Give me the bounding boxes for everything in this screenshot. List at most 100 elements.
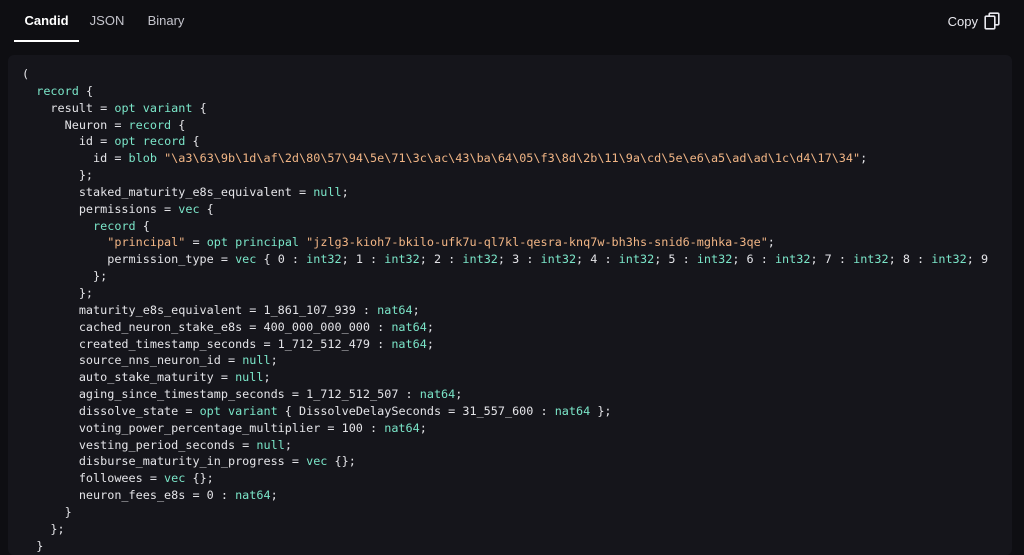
code-line: permissions = vec {	[22, 201, 988, 218]
code-line: disburse_maturity_in_progress = vec {};	[22, 453, 988, 470]
candid-code-block: ( record { result = opt variant { Neuron…	[22, 66, 988, 554]
code-keyword: vec	[164, 471, 186, 486]
code-text: ;	[455, 387, 463, 402]
code-text: (	[22, 67, 30, 81]
code-line: };	[22, 521, 988, 538]
code-keyword: int32	[931, 252, 967, 267]
code-text: {	[78, 83, 94, 98]
code-line: dissolve_state = opt variant { DissolveD…	[22, 403, 988, 420]
code-text: source_nns_neuron_id =	[22, 353, 243, 368]
copy-icon	[984, 12, 1000, 30]
code-keyword: opt	[206, 235, 228, 250]
code-line: staked_maturity_e8s_equivalent = null;	[22, 184, 988, 201]
code-keyword: nat64	[377, 302, 413, 317]
code-text: ; 8 :	[888, 252, 932, 267]
code-line: neuron_fees_e8s = 0 : nat64;	[22, 487, 988, 504]
code-keyword: null	[235, 370, 264, 385]
code-text: auto_stake_maturity =	[22, 370, 236, 385]
code-keyword: int32	[462, 252, 498, 267]
copy-button[interactable]: Copy	[948, 11, 1000, 31]
tab-binary[interactable]: Binary	[135, 0, 197, 42]
code-text: permission_type =	[22, 252, 236, 267]
code-line: maturity_e8s_equivalent = 1_861_107_939 …	[22, 302, 988, 319]
code-panel: ( record { result = opt variant { Neuron…	[8, 55, 1012, 555]
code-keyword: null	[313, 184, 342, 199]
code-text: {};	[185, 471, 214, 486]
code-line: created_timestamp_seconds = 1_712_512_47…	[22, 336, 988, 353]
code-keyword: opt	[114, 100, 136, 115]
code-text: ;	[426, 336, 434, 351]
tab-candid[interactable]: Candid	[14, 0, 79, 42]
code-line: record {	[22, 83, 988, 100]
code-line: id = blob "\a3\63\9b\1d\af\2d\80\57\94\5…	[22, 150, 988, 167]
code-text: ; 3 :	[497, 252, 541, 267]
code-text: ;	[270, 488, 278, 503]
code-keyword: int32	[696, 252, 733, 267]
code-keyword: record	[142, 134, 186, 149]
code-keyword: blob	[128, 151, 157, 166]
code-text: aging_since_timestamp_seconds = 1_712_51…	[22, 387, 420, 402]
code-text: ; 5 :	[654, 252, 697, 267]
code-keyword: vec	[178, 201, 200, 216]
code-string: "jzlg3-kioh7-bkilo-ufk7u-ql7kl-qesra-knq…	[306, 235, 768, 250]
code-text: {	[171, 117, 186, 132]
code-text: {	[135, 218, 150, 233]
code-text: ; 4 :	[576, 252, 619, 267]
code-text: ; 6 :	[732, 252, 775, 267]
code-text: {	[199, 201, 214, 216]
code-line: voting_power_percentage_multiplier = 100…	[22, 420, 988, 437]
code-text: permissions =	[22, 201, 179, 216]
code-text: ; 1 :	[341, 252, 385, 267]
code-keyword: principal	[235, 235, 300, 250]
code-keyword: int32	[618, 252, 655, 267]
code-text: };	[22, 168, 94, 183]
code-keyword: record	[36, 83, 79, 98]
code-text: };	[590, 403, 612, 418]
code-keyword: nat64	[554, 403, 591, 418]
code-text: ;	[270, 353, 278, 368]
code-keyword: variant	[142, 100, 193, 115]
code-keyword: nat64	[235, 488, 271, 503]
code-text: result =	[22, 100, 115, 115]
code-line: auto_stake_maturity = null;	[22, 369, 988, 386]
code-line: }	[22, 504, 988, 521]
code-text: ;	[284, 437, 292, 452]
code-line: vesting_period_seconds = null;	[22, 437, 988, 454]
code-keyword: null	[242, 353, 271, 368]
code-keyword: vec	[235, 252, 257, 267]
code-text: {	[192, 100, 207, 115]
code-line: result = opt variant {	[22, 100, 988, 117]
code-text: ;	[341, 184, 349, 199]
code-text: voting_power_percentage_multiplier = 100…	[22, 420, 385, 435]
code-line: }	[22, 538, 988, 555]
code-keyword: record	[128, 117, 172, 132]
code-text: vesting_period_seconds =	[22, 437, 257, 452]
code-text: };	[22, 269, 108, 284]
code-keyword: vec	[306, 454, 328, 469]
code-text: dissolve_state =	[22, 403, 200, 418]
code-line: cached_neuron_stake_e8s = 400_000_000_00…	[22, 319, 988, 336]
code-text: ;	[419, 420, 427, 435]
code-text: ;	[263, 370, 271, 385]
code-text: Neuron =	[22, 117, 129, 132]
code-text: ;	[767, 235, 775, 250]
code-line: (	[22, 66, 988, 83]
code-text: created_timestamp_seconds = 1_712_512_47…	[22, 336, 392, 351]
code-line: source_nns_neuron_id = null;	[22, 352, 988, 369]
code-keyword: opt	[114, 134, 136, 149]
code-text: { 0 :	[256, 252, 307, 267]
code-text: }	[22, 504, 72, 519]
code-text: id =	[22, 134, 115, 149]
code-line: };	[22, 285, 988, 302]
code-text: cached_neuron_stake_e8s = 400_000_000_00…	[22, 319, 392, 334]
code-text: }	[22, 538, 44, 553]
code-keyword: int32	[306, 252, 342, 267]
code-line: followees = vec {};	[22, 470, 988, 487]
tab-json[interactable]: JSON	[79, 0, 135, 42]
code-line: };	[22, 268, 988, 285]
